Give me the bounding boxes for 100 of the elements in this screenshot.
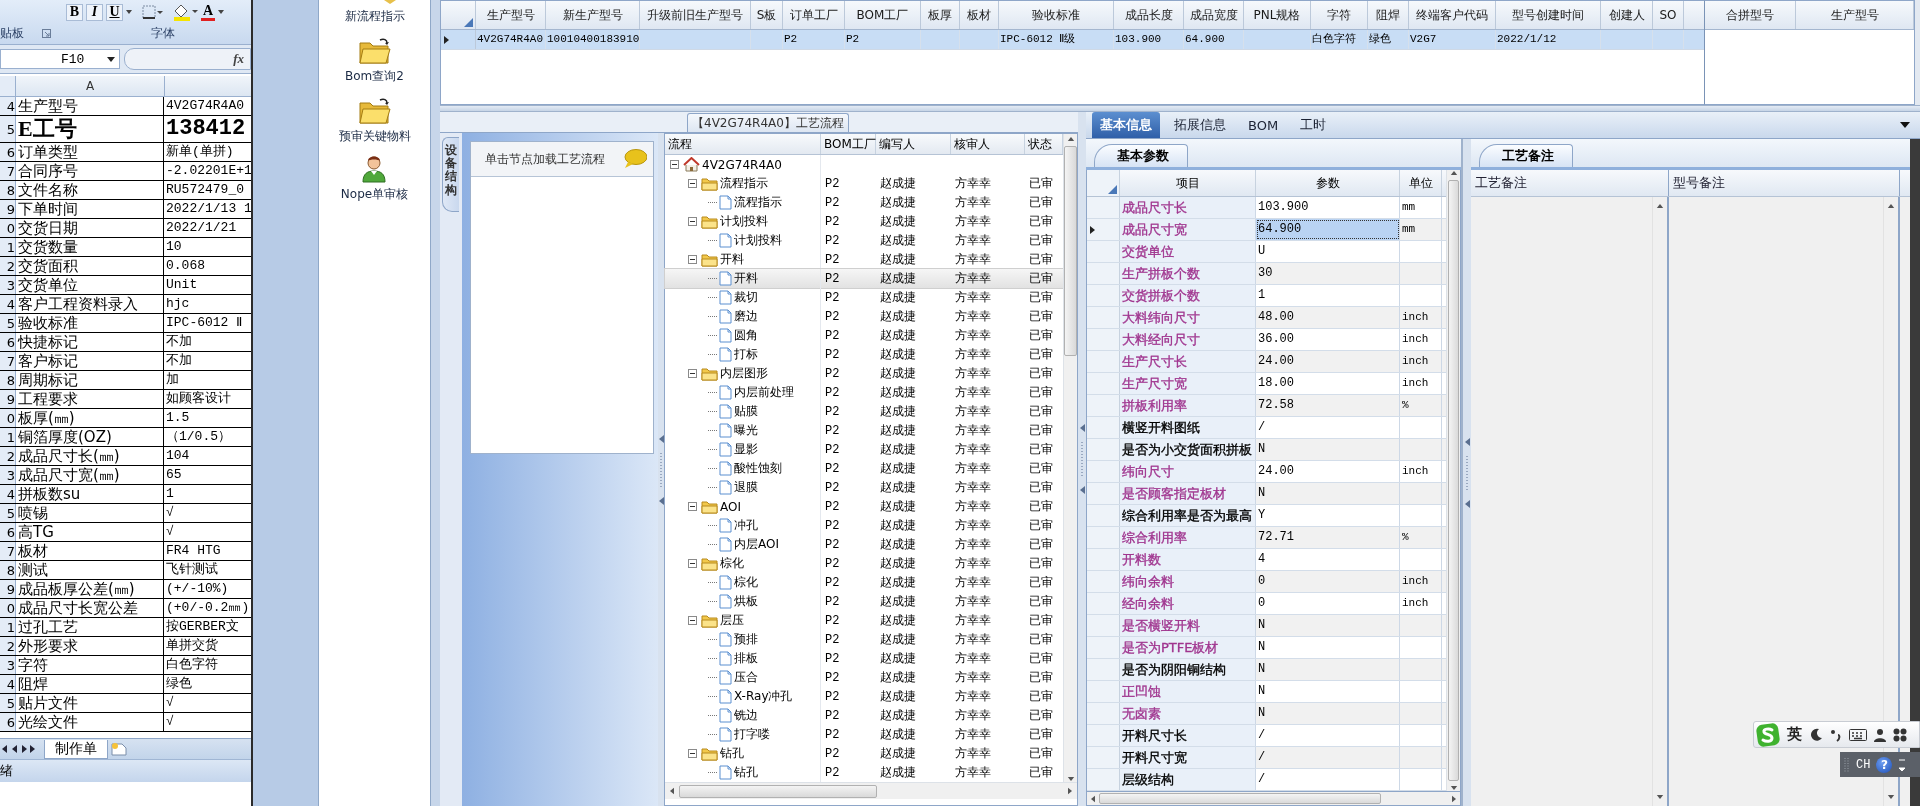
row-number[interactable]: 5 [0,314,16,332]
user-icon[interactable] [361,153,388,183]
font-color-button[interactable]: A [201,3,216,21]
format-button[interactable]: I [86,3,103,21]
table-cell[interactable]: / [1256,769,1400,790]
dialog-launcher-icon[interactable] [42,28,51,38]
launcher-item[interactable]: 预审关键物料 [338,128,411,145]
column-header[interactable]: BOM工厂 [845,1,921,29]
tree-row[interactable]: 棕化 P2 赵成捷 方幸幸 已审 [665,573,1063,592]
row-number[interactable]: 1 [0,618,16,636]
tree-row[interactable]: 退膜 P2 赵成捷 方幸幸 已审 [665,478,1063,497]
table-row[interactable]: 是否横竖开料 N [1087,615,1447,637]
launcher-item[interactable]: Nope单审核 [340,186,409,203]
table-cell[interactable]: N [1256,703,1400,724]
grip-icon[interactable] [1844,756,1850,773]
tree-row[interactable]: 流程指示 P2 赵成捷 方幸幸 已审 [665,193,1063,212]
folder-icon[interactable] [357,37,392,65]
tab[interactable]: 基本信息 [1092,112,1160,138]
collapse-icon[interactable] [687,179,697,188]
border-icon[interactable] [141,4,163,20]
column-header[interactable]: 流程 [665,134,821,154]
table-row[interactable]: 纬向尺寸 24.00 inch [1087,461,1447,483]
collapse-icon[interactable] [687,369,697,378]
row-number[interactable]: 1 [0,238,16,256]
column-header[interactable]: 终端客户代码 [1409,1,1496,29]
collapse-icon[interactable] [687,255,697,264]
select-all-icon[interactable] [464,18,473,27]
table-cell[interactable]: / [1256,417,1400,438]
collapse-icon[interactable] [687,749,697,758]
tree-row[interactable]: 钻孔 P2 赵成捷 方幸幸 已审 [665,744,1063,763]
name-box[interactable]: F10 [0,49,120,69]
table-cell[interactable]: N [1256,483,1400,504]
tree-row[interactable]: 计划投料 P2 赵成捷 方幸幸 已审 [665,231,1063,250]
scroll-left-icon[interactable] [669,787,675,795]
column-header[interactable]: BOM工厂 [821,134,876,154]
table-cell[interactable]: 103.900 [1256,197,1400,218]
column-header[interactable]: SO [1653,1,1684,29]
tree-row[interactable]: 显影 P2 赵成捷 方幸幸 已审 [665,440,1063,459]
tree-row[interactable]: 铣边 P2 赵成捷 方幸幸 已审 [665,706,1063,725]
row-number[interactable]: 4 [0,97,16,115]
table-cell[interactable]: 72.71 [1256,527,1400,548]
table-cell[interactable]: 30 [1256,263,1400,284]
tree-row[interactable]: 流程指示 P2 赵成捷 方幸幸 已审 [665,174,1063,193]
side-tab[interactable]: 设备结构 [442,137,460,212]
table-cell[interactable]: 48.00 [1256,307,1400,328]
column-header[interactable]: 创建人 [1601,1,1653,29]
column-header[interactable]: S板 [751,1,783,29]
row-number[interactable]: 4 [0,485,16,503]
row-number[interactable]: 0 [0,219,16,237]
scroll-right-icon[interactable] [1067,787,1073,795]
table-row[interactable]: 是否为小交货面积拼板 N [1087,439,1447,461]
keyboard-icon[interactable] [1849,728,1867,741]
table-row[interactable]: 生产尺寸宽 18.00 inch [1087,373,1447,395]
table-row[interactable]: 横竖开料图纸 / [1087,417,1447,439]
column-header[interactable]: 工艺备注 [1471,170,1669,196]
column-header[interactable]: 成品长度 [1114,1,1184,29]
table-row[interactable]: 是否顾客指定板材 N [1087,483,1447,505]
tree-row[interactable]: X-Ray冲孔 P2 赵成捷 方幸幸 已审 [665,687,1063,706]
table-row[interactable]: 纬向余料 0 inch [1087,571,1447,593]
language-bar[interactable]: CH ? [1840,752,1920,777]
column-header[interactable]: 板厚 [921,1,960,29]
table-row[interactable]: 成品尺寸长 103.900 mm [1087,197,1447,219]
tree-row[interactable]: 裁切 P2 赵成捷 方幸幸 已审 [665,288,1063,307]
tree-row[interactable]: 烘板 P2 赵成捷 方幸幸 已审 [665,592,1063,611]
table-cell[interactable]: 18.00 [1256,373,1400,394]
table-row[interactable]: 经向余料 0 inch [1087,593,1447,615]
collapse-icon[interactable] [687,502,697,511]
table-row[interactable]: 是否为阴阳铜结构 N [1087,659,1447,681]
table-row[interactable]: 4V2G74R4A0 10010400183910 P2 P2 IPC-6012 Ⅱ级 103.900 64.900 白色字符 绿色 V2G7 2022/1/12 [441,30,1704,50]
sheet-tab[interactable]: 制作单 [44,739,108,759]
column-header[interactable]: 项目 [1120,170,1256,196]
splitter-handle-icon[interactable] [1464,437,1470,508]
column-header[interactable]: 订单工厂 [783,1,845,29]
punctuation-icon[interactable] [1830,727,1842,742]
row-number[interactable]: 5 [0,504,16,522]
row-number[interactable]: 6 [0,523,16,541]
table-row[interactable]: 正凹蚀 N [1087,681,1447,703]
row-number[interactable]: 6 [0,713,16,731]
column-header[interactable]: 验收标准 [999,1,1114,29]
row-number[interactable]: 9 [0,390,16,408]
caret-icon[interactable] [126,10,132,14]
ime-logo-icon[interactable] [1756,722,1780,747]
user-icon[interactable] [1874,727,1886,742]
splitter-handle-icon[interactable] [658,434,664,505]
table-cell[interactable]: N [1256,637,1400,658]
row-number[interactable]: 9 [0,580,16,598]
tree-row[interactable]: 贴膜 P2 赵成捷 方幸幸 已审 [665,402,1063,421]
table-cell[interactable]: 0 [1256,571,1400,592]
table-cell[interactable]: 4 [1256,549,1400,570]
panel-tab[interactable]: 【4V2G74R4A0】工艺流程 [687,113,849,132]
column-header[interactable]: 升级前旧生产型号 [640,1,751,29]
row-number[interactable]: 4 [0,675,16,693]
row-number[interactable]: 5 [0,694,16,712]
table-cell[interactable]: Y [1256,505,1400,526]
row-number[interactable]: 5 [0,116,16,142]
tree-row[interactable]: 预排 P2 赵成捷 方幸幸 已审 [665,630,1063,649]
table-cell[interactable]: N [1256,439,1400,460]
scroll-left-icon[interactable] [1090,794,1096,803]
new-sheet-icon[interactable] [110,742,130,756]
scroll-right-icon[interactable] [1451,794,1457,803]
